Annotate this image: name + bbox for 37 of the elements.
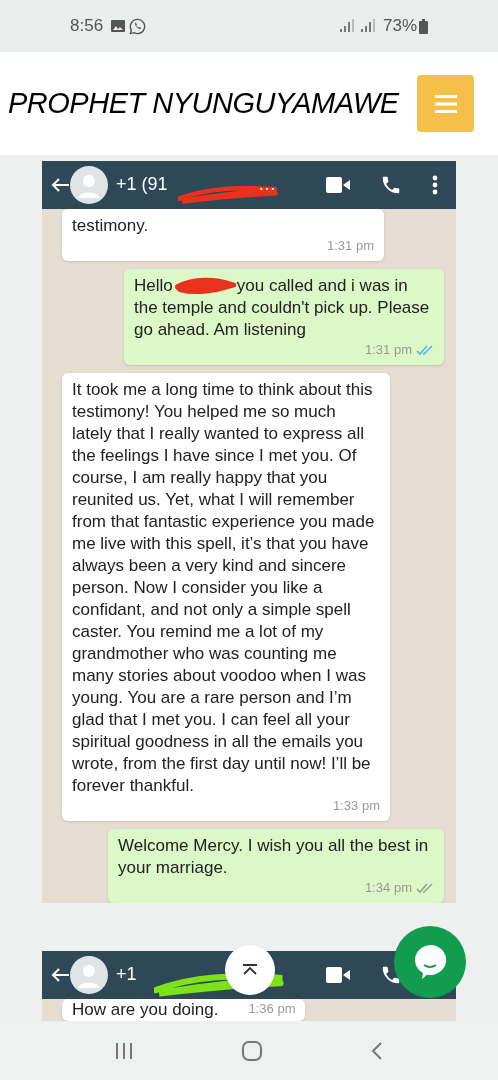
- recent-apps-icon[interactable]: [113, 1041, 134, 1061]
- video-call-icon[interactable]: [326, 967, 350, 983]
- back-arrow-icon[interactable]: [50, 177, 70, 193]
- avatar-icon: [70, 166, 108, 204]
- message-text: the temple and couldn't pick up. Please go ahead. Am listening: [134, 297, 431, 341]
- message-time: 1:34 pm: [365, 879, 412, 897]
- message-text: Hello: [134, 275, 173, 297]
- home-icon[interactable]: [241, 1040, 263, 1062]
- avatar-icon: [70, 956, 108, 994]
- battery-percent: 73%: [382, 15, 417, 38]
- battery-icon: [419, 18, 428, 34]
- redaction-scribble: [173, 277, 236, 295]
- message-text: testimony.: [72, 215, 150, 237]
- message-text: you called and i was in: [236, 275, 408, 297]
- phone-icon[interactable]: [380, 174, 402, 196]
- menu-icon: [434, 94, 457, 113]
- contact-name: +1 (91: [116, 173, 168, 196]
- message-time: 1:31 pm: [327, 237, 374, 255]
- back-arrow-icon[interactable]: [50, 967, 70, 983]
- chat-app-icon: [129, 17, 147, 35]
- message-text: How are you doing.: [72, 999, 219, 1021]
- more-options-icon[interactable]: [432, 175, 438, 195]
- message-text: It took me a long time to think about this testimony! You helped me so much lately that I really wanted to express all the feelings I have since I met you. Of course, I am really happy that you reunited us. Yet, what I will remember from that fantastic experience you made me live with this spell, it’s that you have always been a very kind and sincere person. Now I consider you like a confidant, and not only a simple spell caster. You remind me a lot of my grandmother who was counting me many stories about voodoo when I was young. You are a rare person and I’m glad that I met you. I can feel all your spiritual goodness in all the emails you wrote, from the first day until now! I’ll be forever thankful.: [72, 379, 376, 797]
- video-call-icon[interactable]: [326, 177, 350, 193]
- message-text: Welcome Mercy. I wish you all the best in your marriage.: [118, 835, 430, 879]
- message-time: 1:31 pm: [365, 341, 412, 359]
- status-time: 8:56: [70, 15, 104, 38]
- phone-icon[interactable]: [380, 964, 402, 986]
- site-title: PROPHET NYUNGUYAMAWE: [8, 85, 401, 121]
- contact-name: +1: [116, 963, 137, 986]
- message-time: 1:36 pm: [248, 1000, 296, 1018]
- image-icon: [111, 20, 126, 32]
- chat-bubble-icon: [412, 943, 448, 981]
- back-icon[interactable]: [370, 1040, 385, 1062]
- scroll-top-icon: [242, 964, 258, 976]
- message-time: 1:33 pm: [333, 797, 380, 815]
- contact-ellipsis: …: [258, 173, 276, 196]
